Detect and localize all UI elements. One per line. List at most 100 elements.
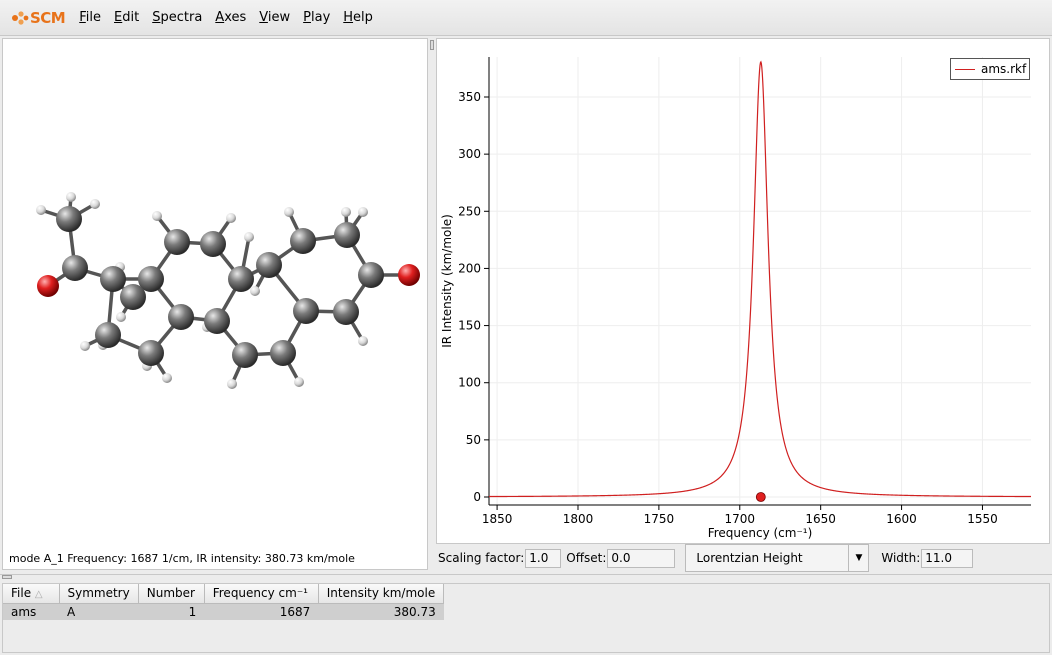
modes-table[interactable]: File △ Symmetry Number Frequency cm⁻¹ In…: [3, 584, 445, 620]
lineshape-value: Lorentzian Height: [696, 551, 803, 565]
x-tick-label: 1650: [805, 512, 836, 526]
carbon-atom[interactable]: [164, 229, 190, 255]
menu-view[interactable]: View: [259, 10, 290, 25]
offset-input[interactable]: 0.0: [607, 548, 676, 568]
menu-play[interactable]: Play: [303, 10, 330, 25]
hydrogen-atom[interactable]: [244, 232, 254, 242]
sort-ascending-icon: △: [34, 589, 43, 601]
carbon-atom[interactable]: [334, 222, 360, 248]
menu-bar: SCM File Edit Spectra Axes View Play Help: [0, 0, 1052, 36]
y-tick-label: 250: [458, 204, 481, 218]
column-header-symmetry[interactable]: Symmetry: [59, 584, 139, 604]
y-tick-label: 200: [458, 261, 481, 275]
scm-logo-icon: [12, 10, 29, 25]
carbon-atom[interactable]: [100, 266, 126, 292]
hydrogen-atom[interactable]: [226, 213, 236, 223]
column-header-frequency[interactable]: Frequency cm⁻¹: [204, 584, 319, 604]
y-axis-label: IR Intensity (km/mole): [440, 214, 454, 348]
scaling-factor-label: Scaling factor:: [438, 551, 525, 565]
y-tick-label: 0: [473, 490, 481, 504]
scaling-factor-input[interactable]: 1.0: [525, 548, 562, 568]
menu-file[interactable]: File: [79, 10, 101, 25]
carbon-atom[interactable]: [120, 284, 146, 310]
x-tick-label: 1750: [644, 512, 675, 526]
carbon-atom[interactable]: [256, 252, 282, 278]
x-tick-label: 1800: [563, 512, 594, 526]
carbon-atom[interactable]: [270, 340, 296, 366]
carbon-atom[interactable]: [168, 304, 194, 330]
logo-text: SCM: [30, 8, 66, 27]
menu-axes[interactable]: Axes: [215, 10, 246, 25]
hydrogen-atom[interactable]: [80, 341, 90, 351]
splitter-handle-icon[interactable]: [430, 40, 434, 50]
hydrogen-atom[interactable]: [162, 373, 172, 383]
vertical-splitter[interactable]: [429, 38, 435, 570]
hydrogen-atom[interactable]: [341, 207, 351, 217]
carbon-atom[interactable]: [358, 262, 384, 288]
spectrum-controls: Scaling factor: 1.0 Offset: 0.0 Lorentzi…: [436, 544, 1050, 572]
cell-symmetry: A: [59, 603, 139, 620]
hydrogen-atom[interactable]: [66, 192, 76, 202]
y-tick-label: 100: [458, 376, 481, 390]
spectrum-chart[interactable]: 1850 1800 1750 1700 1650 1600 1550 0 50 100 150 200…: [437, 39, 1051, 545]
legend-label: ams.rkf: [981, 62, 1027, 76]
cell-frequency: 1687: [204, 603, 319, 620]
hydrogen-atom[interactable]: [227, 379, 237, 389]
hydrogen-atom[interactable]: [250, 286, 260, 296]
menu-edit[interactable]: Edit: [114, 10, 139, 25]
width-label: Width:: [881, 551, 921, 565]
oxygen-atom[interactable]: [37, 275, 59, 297]
column-header-intensity[interactable]: Intensity km/mole: [318, 584, 445, 604]
scm-logo[interactable]: SCM: [10, 8, 66, 27]
carbon-atom[interactable]: [62, 255, 88, 281]
spectrum-line: [489, 60, 1031, 498]
molecule-viewer[interactable]: mode A_1 Frequency: 1687 1/cm, IR intens…: [2, 38, 428, 570]
horizontal-splitter[interactable]: [0, 574, 1052, 580]
hydrogen-atom[interactable]: [284, 207, 294, 217]
hydrogen-atom[interactable]: [358, 336, 368, 346]
oxygen-atom[interactable]: [398, 264, 420, 286]
carbon-atom[interactable]: [293, 298, 319, 324]
carbon-atom[interactable]: [204, 308, 230, 334]
hydrogen-atom[interactable]: [294, 377, 304, 387]
spectrum-plot[interactable]: 1850 1800 1750 1700 1650 1600 1550 0 50 100 150 200…: [436, 38, 1050, 544]
hydrogen-atom[interactable]: [90, 199, 100, 209]
menu-spectra[interactable]: Spectra: [152, 10, 202, 25]
carbon-atom[interactable]: [200, 231, 226, 257]
x-axis-label: Frequency (cm⁻¹): [708, 526, 813, 540]
y-tick-label: 300: [458, 147, 481, 161]
hydrogen-atom[interactable]: [358, 207, 368, 217]
carbon-atom[interactable]: [95, 322, 121, 348]
table-row[interactable]: ams A 1 1687 380.73: [3, 603, 444, 620]
x-tick-label: 1600: [886, 512, 917, 526]
menu-help[interactable]: Help: [343, 10, 373, 25]
chevron-down-icon: ▼: [848, 545, 862, 571]
y-tick-label: 150: [458, 319, 481, 333]
molecule-structure[interactable]: [3, 39, 429, 549]
lineshape-select[interactable]: Lorentzian Height ▼: [685, 544, 870, 572]
hydrogen-atom[interactable]: [152, 211, 162, 221]
carbon-atom[interactable]: [333, 299, 359, 325]
carbon-atom[interactable]: [228, 266, 254, 292]
selected-peak-marker[interactable]: [755, 492, 766, 502]
offset-label: Offset:: [566, 551, 607, 565]
width-input[interactable]: 11.0: [921, 548, 974, 568]
mode-status-text: mode A_1 Frequency: 1687 1/cm, IR intens…: [9, 552, 355, 565]
cell-file: ams: [3, 603, 59, 620]
carbon-atom[interactable]: [290, 228, 316, 254]
carbon-atom[interactable]: [232, 342, 258, 368]
legend: ams.rkf: [950, 58, 1030, 80]
hydrogen-atom[interactable]: [36, 205, 46, 215]
y-tick-label: 50: [466, 433, 481, 447]
cell-intensity: 380.73: [318, 603, 444, 620]
splitter-handle-icon[interactable]: [2, 575, 12, 579]
cell-number: 1: [138, 603, 205, 620]
y-tick-label: 350: [458, 90, 481, 104]
column-header-file[interactable]: File △: [3, 584, 60, 604]
modes-table-panel: File △ Symmetry Number Frequency cm⁻¹ In…: [2, 583, 1050, 653]
hydrogen-atom[interactable]: [116, 312, 126, 322]
column-header-number[interactable]: Number: [138, 584, 205, 604]
carbon-atom[interactable]: [56, 206, 82, 232]
x-tick-label: 1550: [967, 512, 998, 526]
carbon-atom[interactable]: [138, 340, 164, 366]
